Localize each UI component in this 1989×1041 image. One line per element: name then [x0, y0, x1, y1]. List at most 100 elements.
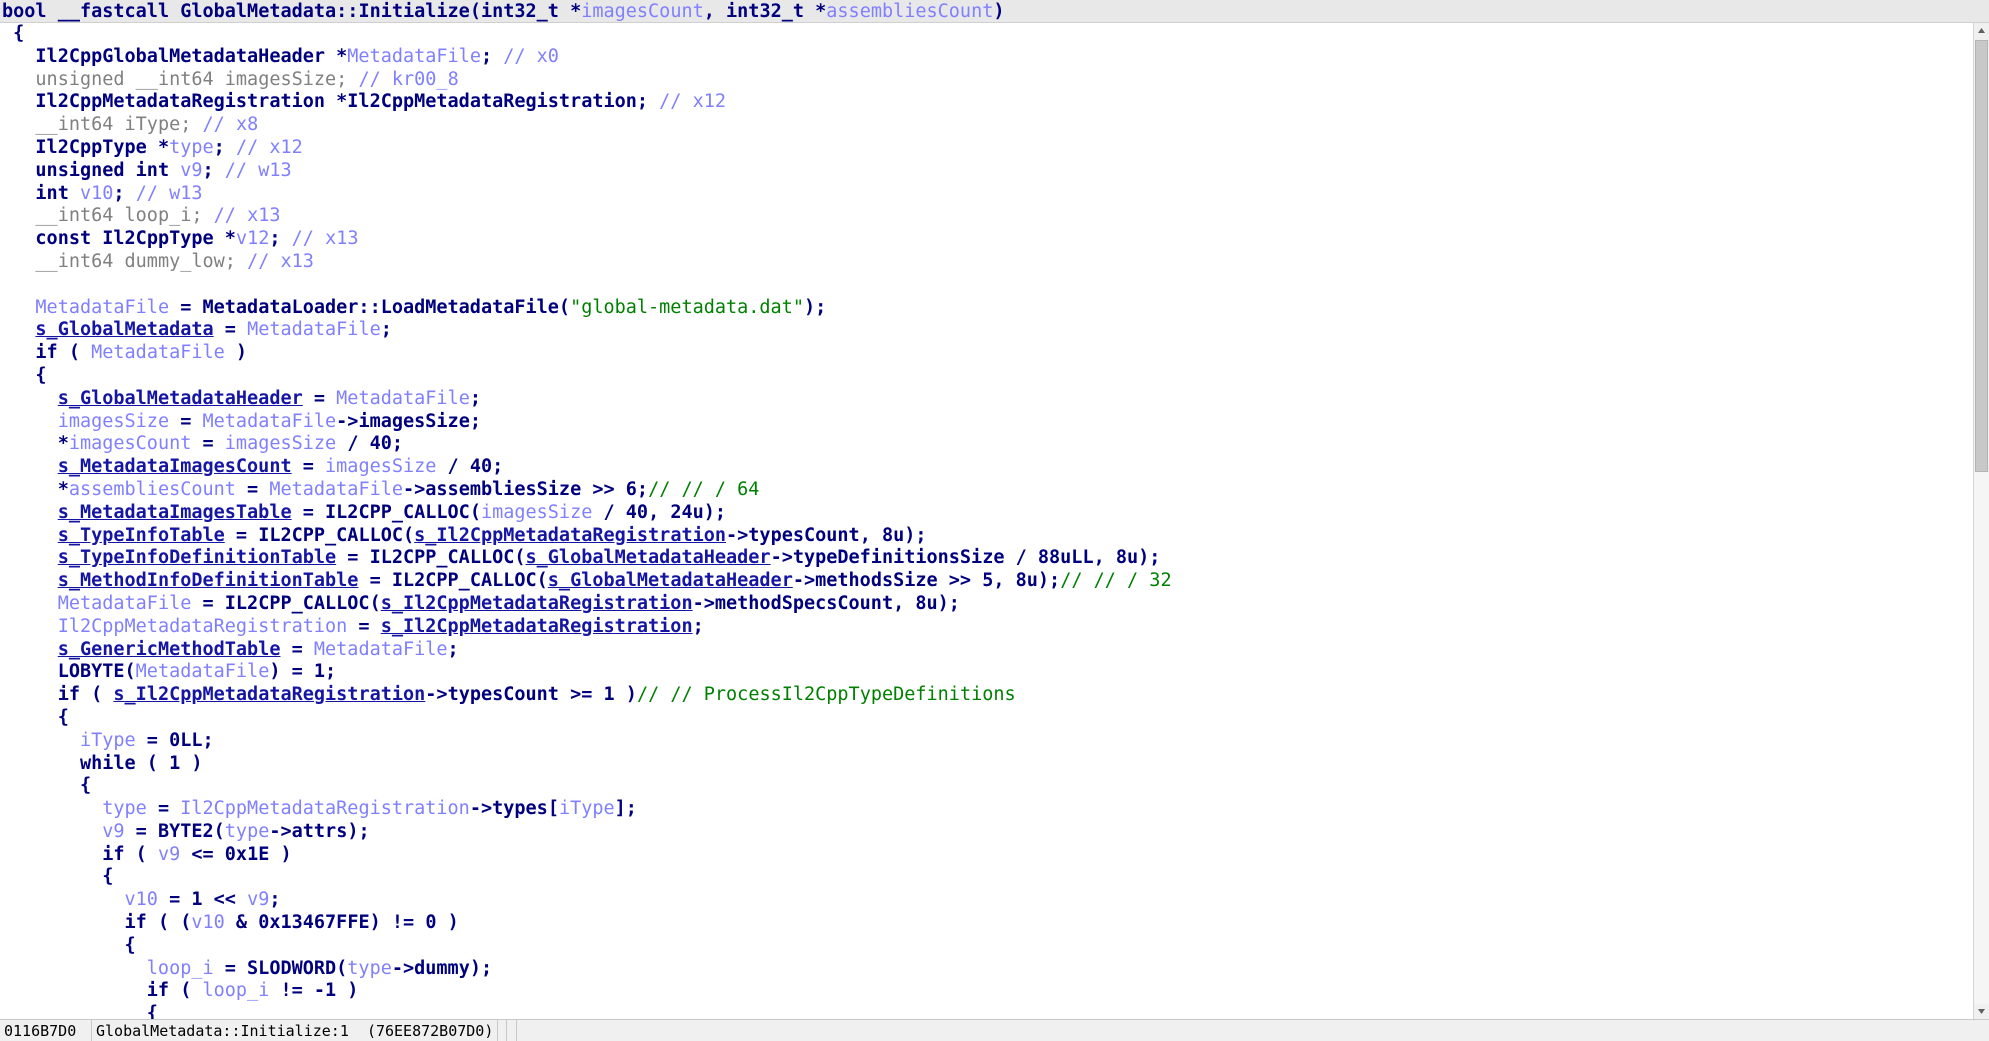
code-token[interactable]: 8u [882, 525, 904, 546]
code-token[interactable]: // // ProcessIl2CppTypeDefinitions [637, 684, 1016, 705]
code-token[interactable]: , [648, 502, 670, 523]
code-line[interactable]: Il2CppMetadataRegistration *Il2CppMetada… [2, 91, 1973, 114]
code-line[interactable]: if ( MetadataFile ) [2, 342, 1973, 365]
code-token[interactable] [169, 1, 180, 22]
code-token[interactable]: / [336, 433, 369, 454]
code-token[interactable]: v10 [125, 889, 158, 910]
code-token[interactable]: SLODWORD [247, 958, 336, 979]
code-token[interactable]: = [225, 525, 258, 546]
code-token[interactable]: loop_i [125, 205, 192, 226]
code-token[interactable]: x13 [325, 228, 358, 249]
code-token[interactable]: 0 [425, 912, 436, 933]
code-line[interactable]: const Il2CppType *v12; // x13 [2, 228, 1973, 251]
code-line[interactable]: loop_i = SLODWORD(type->dummy); [2, 958, 1973, 981]
code-token[interactable]: x8 [236, 114, 258, 135]
code-token[interactable]: Il2CppType [35, 137, 146, 158]
code-token[interactable]: = [136, 730, 169, 751]
code-token[interactable]: MetadataFile [347, 46, 481, 67]
code-token[interactable]: * [58, 479, 69, 500]
code-token[interactable]: ); [470, 958, 492, 979]
code-token[interactable]: , [1094, 547, 1116, 568]
code-token[interactable]: s_MetadataImagesTable [58, 502, 292, 523]
code-token[interactable]: assembliesCount [69, 479, 236, 500]
code-line[interactable] [2, 274, 1973, 297]
code-token[interactable]: 8u [1116, 547, 1138, 568]
code-token[interactable]: methodsSize [815, 570, 938, 591]
code-token[interactable] [214, 69, 225, 90]
code-token[interactable]: -> [793, 570, 815, 591]
code-token[interactable]: if [147, 980, 169, 1001]
code-token[interactable]: BYTE2 [158, 821, 214, 842]
code-token[interactable]: ; [392, 433, 403, 454]
code-line[interactable]: { [2, 866, 1973, 889]
code-token[interactable]: s_Il2CppMetadataRegistration [381, 593, 693, 614]
code-token[interactable]: v9 [158, 844, 180, 865]
code-token[interactable]: dummy [414, 958, 470, 979]
code-token[interactable]: imagesSize [225, 69, 336, 90]
code-token[interactable]: 0x13467FFE [258, 912, 369, 933]
code-token[interactable]: s_GlobalMetadata [35, 319, 213, 340]
code-token[interactable]: ; [203, 160, 225, 181]
code-token[interactable]: ( [58, 342, 91, 363]
code-token[interactable]: // [659, 91, 692, 112]
code-token[interactable]: Il2CppMetadataRegistration [180, 798, 470, 819]
code-token[interactable]: // [292, 228, 325, 249]
code-token[interactable]: ( [470, 1, 481, 22]
code-token[interactable]: Il2CppType [102, 228, 213, 249]
code-token[interactable] [113, 114, 124, 135]
code-line[interactable]: *assembliesCount = MetadataFile->assembl… [2, 479, 1973, 502]
code-token[interactable]: MetadataFile [203, 411, 337, 432]
code-line[interactable]: { [2, 775, 1973, 798]
code-token[interactable]: iType [559, 798, 615, 819]
code-token[interactable]: s_MetadataImagesCount [58, 456, 292, 477]
code-token[interactable]: Il2CppMetadataRegistration [35, 91, 325, 112]
code-token[interactable]: ; [214, 137, 236, 158]
code-token[interactable] [113, 205, 124, 226]
code-token[interactable]: >= [559, 684, 604, 705]
code-token[interactable]: int [35, 183, 68, 204]
code-token[interactable]: 0LL [169, 730, 202, 751]
code-token[interactable]: ) [615, 684, 637, 705]
code-token[interactable] [125, 69, 136, 90]
code-token[interactable]: 5 [982, 570, 993, 591]
code-token[interactable]: = [169, 411, 202, 432]
code-token[interactable]: ( [403, 525, 414, 546]
code-line[interactable]: iType = 0LL; [2, 730, 1973, 753]
code-token[interactable]: = [358, 570, 391, 591]
code-token[interactable]: IL2CPP_CALLOC [225, 593, 370, 614]
code-token[interactable]: = [158, 889, 191, 910]
code-token[interactable]: v9 [102, 821, 124, 842]
code-token[interactable]: Il2CppMetadataRegistration [347, 91, 637, 112]
code-token[interactable]: ; [269, 889, 280, 910]
code-token[interactable]: / [436, 456, 469, 477]
code-token[interactable]: LOBYTE [58, 661, 125, 682]
code-token[interactable]: ]; [615, 798, 637, 819]
code-token[interactable]: ( ( [147, 912, 191, 933]
code-token[interactable]: v10 [80, 183, 113, 204]
code-token[interactable]: imagesCount [581, 1, 704, 22]
code-line[interactable]: unsigned int v9; // w13 [2, 160, 1973, 183]
code-token[interactable]: 24u [670, 502, 703, 523]
code-token[interactable]: iType [80, 730, 136, 751]
scrollbar-thumb[interactable] [1975, 40, 1988, 472]
code-token[interactable]: typesCount [448, 684, 559, 705]
code-line[interactable]: *imagesCount = imagesSize / 40; [2, 433, 1973, 456]
code-token[interactable]: bool [2, 1, 47, 22]
code-token[interactable]: // [503, 46, 536, 67]
code-line[interactable]: s_TypeInfoTable = IL2CPP_CALLOC(s_Il2Cpp… [2, 525, 1973, 548]
code-token[interactable]: type [102, 798, 147, 819]
code-token[interactable]: if [35, 342, 57, 363]
code-token[interactable]: // [136, 183, 169, 204]
code-line[interactable]: if ( (v10 & 0x13467FFE) != 0 ) [2, 912, 1973, 935]
code-token[interactable]: s_Il2CppMetadataRegistration [414, 525, 726, 546]
code-token[interactable]: ( [336, 958, 347, 979]
code-token[interactable]: assembliesCount [826, 1, 993, 22]
code-token[interactable]: Il2CppGlobalMetadataHeader [35, 46, 325, 67]
code-token[interactable]: 1 [314, 661, 325, 682]
code-token[interactable]: // [358, 69, 391, 90]
code-token[interactable]: 1 [191, 889, 202, 910]
code-token[interactable]: = [191, 593, 224, 614]
code-token[interactable]: { [58, 707, 69, 728]
code-line[interactable]: { [2, 935, 1973, 958]
code-token[interactable]: ; [191, 205, 213, 226]
